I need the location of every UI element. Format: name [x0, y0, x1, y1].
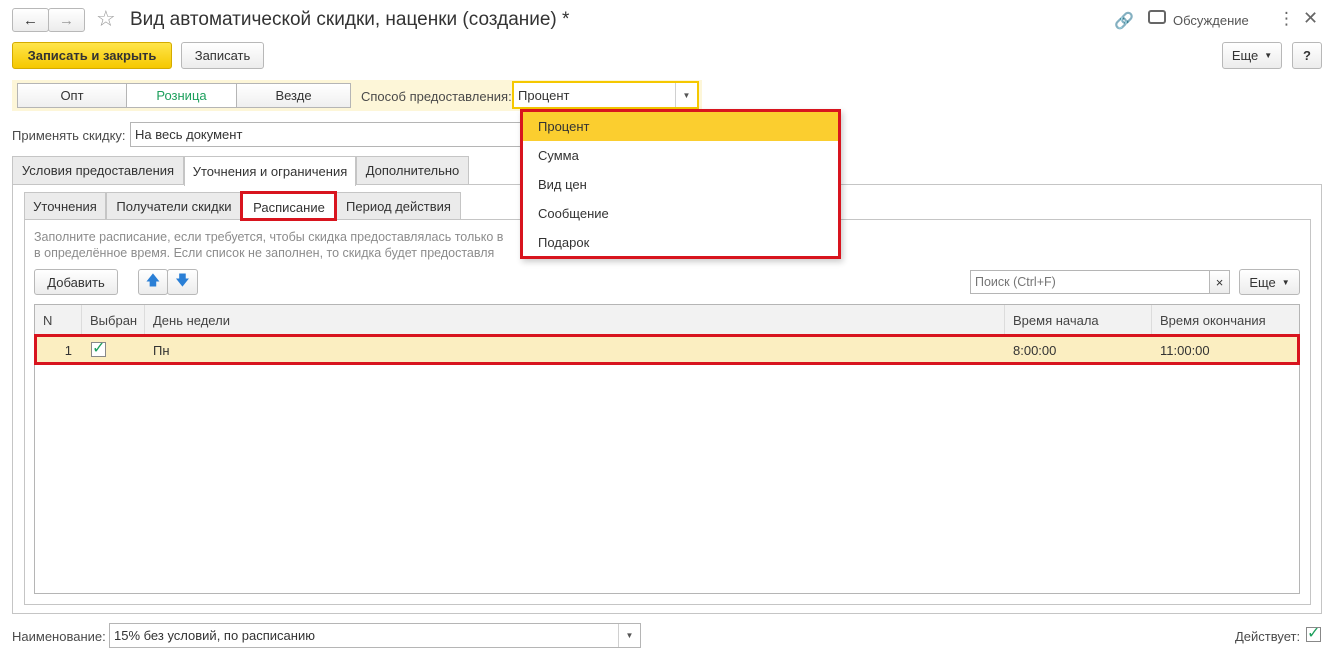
name-value: 15% без условий, по расписанию — [114, 628, 315, 643]
hint-line-2: в определённое время. Если список не зап… — [34, 246, 495, 260]
table-row[interactable] — [35, 337, 1299, 363]
close-icon[interactable]: ✕ — [1303, 8, 1318, 29]
chevron-down-icon[interactable]: ▼ — [618, 624, 640, 647]
more-vertical-icon[interactable]: ⋮ — [1278, 9, 1295, 29]
checkmark-icon: ✓ — [92, 340, 106, 357]
column-header-selected[interactable]: Выбран — [82, 305, 145, 335]
method-select[interactable]: Процент ▼ — [512, 81, 699, 109]
column-header-end[interactable]: Время окончания — [1152, 305, 1299, 335]
arrow-down-icon: 🡇 — [175, 272, 190, 288]
name-input[interactable]: 15% без условий, по расписанию ▼ — [109, 623, 641, 648]
hint-line-1: Заполните расписание, если требуется, чт… — [34, 230, 504, 244]
method-value: Процент — [518, 87, 570, 103]
option-price-type[interactable]: Вид цен — [523, 170, 838, 199]
segment-vezde[interactable]: Везде — [236, 83, 351, 108]
column-header-n[interactable]: N — [35, 305, 82, 335]
tab-refinements[interactable]: Уточнения и ограничения — [184, 156, 356, 186]
subtab-refinements[interactable]: Уточнения — [24, 192, 106, 219]
option-gift[interactable]: Подарок — [523, 228, 838, 257]
active-label: Действует: — [1235, 629, 1301, 644]
method-label: Способ предоставления: — [361, 89, 512, 104]
save-and-close-button[interactable]: Записать и закрыть — [12, 42, 172, 69]
page-title: Вид автоматической скидки, наценки (созд… — [130, 9, 570, 30]
tab-conditions[interactable]: Условия предоставления — [12, 156, 184, 184]
close-small-icon: × — [1215, 274, 1224, 290]
discussion-link[interactable]: Обсуждение — [1173, 13, 1249, 28]
cell-n: 1 — [64, 342, 72, 358]
table-more-label: Еще — [1249, 274, 1276, 290]
more-button[interactable]: Еще ▼ — [1222, 42, 1282, 69]
checkmark-icon: ✓ — [1307, 625, 1321, 642]
segment-roznica[interactable]: Розница — [126, 83, 237, 108]
save-button[interactable]: Записать — [181, 42, 264, 69]
arrow-up-icon: 🡅 — [145, 272, 161, 288]
back-button[interactable]: ← — [12, 8, 49, 32]
column-header-day[interactable]: День недели — [145, 305, 1005, 335]
subtab-recipients[interactable]: Получатели скидки — [106, 192, 242, 219]
column-header-start[interactable]: Время начала — [1005, 305, 1152, 335]
option-message[interactable]: Сообщение — [523, 199, 838, 228]
checkbox-selected[interactable]: ✓ — [91, 340, 106, 357]
option-sum[interactable]: Сумма — [523, 141, 838, 170]
subtab-schedule[interactable]: Расписание — [242, 192, 336, 221]
apply-label: Применять скидку: — [12, 128, 126, 143]
move-down-button[interactable]: 🡇 — [167, 269, 198, 295]
caret-down-icon: ▼ — [1281, 277, 1290, 287]
arrow-left-icon: ← — [23, 11, 38, 29]
favorite-star-icon[interactable]: ☆ — [96, 6, 116, 32]
help-button[interactable]: ? — [1292, 42, 1322, 69]
search-input[interactable] — [970, 270, 1210, 294]
forward-button[interactable]: → — [48, 8, 85, 32]
active-checkbox[interactable]: ✓ — [1306, 625, 1321, 642]
more-label: Еще — [1231, 48, 1259, 63]
segment-opt[interactable]: Опт — [17, 83, 127, 108]
chevron-down-icon[interactable]: ▼ — [675, 83, 697, 107]
option-percent[interactable]: Процент — [523, 112, 838, 141]
subtab-period[interactable]: Период действия — [336, 192, 461, 219]
discussion-icon[interactable] — [1148, 10, 1166, 24]
caret-down-icon: ▼ — [1264, 51, 1273, 60]
apply-input[interactable]: На весь документ — [130, 122, 530, 147]
link-icon[interactable]: 🔗 — [1114, 11, 1134, 31]
cell-end: 11:00:00 — [1160, 342, 1210, 358]
cell-day: Пн — [153, 342, 170, 358]
apply-value: На весь документ — [135, 127, 243, 142]
name-label: Наименование: — [12, 629, 106, 644]
clear-search-button[interactable]: × — [1209, 270, 1230, 294]
tab-additional[interactable]: Дополнительно — [356, 156, 469, 184]
add-button[interactable]: Добавить — [34, 269, 118, 295]
move-up-button[interactable]: 🡅 — [138, 269, 168, 295]
cell-start: 8:00:00 — [1013, 342, 1057, 358]
arrow-right-icon: → — [59, 11, 74, 29]
table-more-button[interactable]: Еще ▼ — [1239, 269, 1300, 295]
